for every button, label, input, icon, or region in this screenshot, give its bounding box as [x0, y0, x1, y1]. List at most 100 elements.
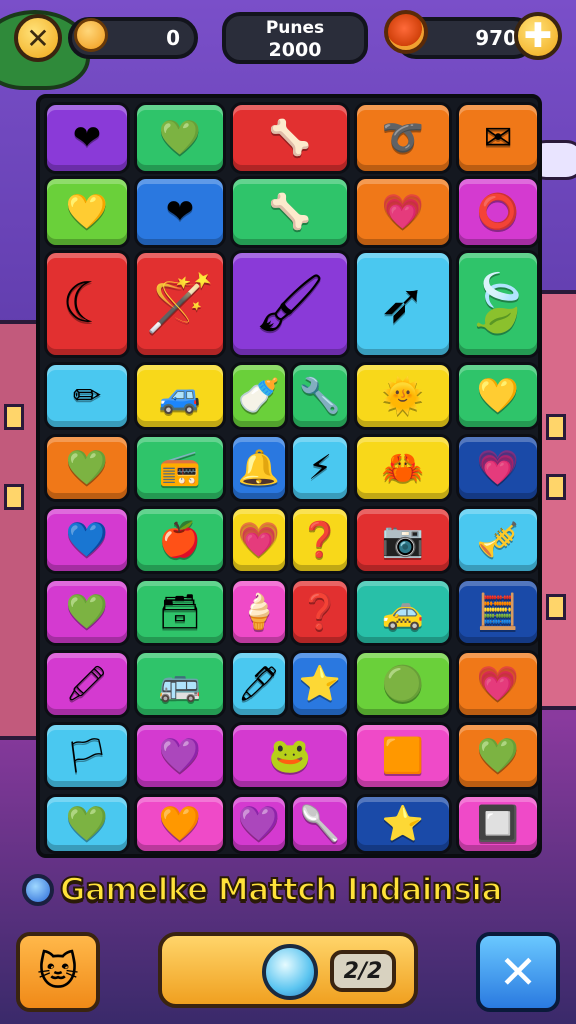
gem-count: 970 [475, 26, 517, 50]
board-tile[interactable]: 🧮 [456, 578, 540, 646]
board-tile[interactable]: 💚 [44, 434, 130, 502]
board-tile[interactable]: ➰ [354, 102, 452, 174]
score-value: 2000 [268, 39, 322, 61]
heart-icon: 💚 [158, 118, 202, 158]
add-gems-button[interactable]: ✚ [514, 12, 562, 60]
star-icon: ⭐ [298, 664, 342, 704]
board-tile[interactable]: ❓ [290, 578, 350, 646]
board-tile[interactable]: 🥄 [290, 794, 350, 854]
trumpet-icon: 🎺 [476, 520, 520, 560]
board-tile[interactable]: 🖌 [230, 250, 350, 358]
coin-count: 0 [166, 26, 180, 50]
board-tile[interactable]: 🔔 [230, 434, 288, 502]
heart-icon: 💚 [476, 736, 520, 776]
board-tile[interactable]: 💚 [44, 578, 130, 646]
board-tile[interactable]: ❓ [290, 506, 350, 574]
board-tile[interactable]: 💚 [134, 102, 226, 174]
heart-icon: 💗 [476, 448, 520, 488]
square-icon: 🟧 [381, 736, 425, 776]
board-tile[interactable]: 💗 [230, 506, 288, 574]
board-tile[interactable]: 💗 [456, 650, 540, 718]
character-button[interactable]: 🐱 [16, 932, 100, 1012]
heart-icon: ❤ [72, 118, 102, 158]
board-tile[interactable]: ⭕ [456, 176, 540, 248]
board-tile[interactable]: 💜 [230, 794, 288, 854]
board-tile[interactable]: 🚌 [134, 650, 226, 718]
bone-icon: 🦴 [268, 192, 312, 232]
pencil-icon: ✏ [72, 376, 102, 416]
top-bar: ✕ 0 Punes 2000 970 ✚ [0, 0, 576, 80]
board-tile[interactable]: 💚 [456, 722, 540, 790]
board-tile[interactable]: ⭐ [290, 650, 350, 718]
board-tile[interactable]: ✏ [44, 362, 130, 430]
car-icon: 🚙 [158, 376, 202, 416]
board-tile[interactable]: 🟢 [354, 650, 452, 718]
heart-icon: 💗 [476, 664, 520, 704]
car-icon: 🚕 [381, 592, 425, 632]
heart-icon: 🧡 [158, 804, 202, 844]
board-tile[interactable]: 🍦 [230, 578, 288, 646]
board-tile[interactable]: 🔧 [290, 362, 350, 430]
board-tile[interactable]: 💗 [354, 176, 452, 248]
board-tile[interactable]: 🎺 [456, 506, 540, 574]
board-tile[interactable]: 🐸 [230, 722, 350, 790]
window [4, 484, 24, 510]
board-tile[interactable]: 🌞 [354, 362, 452, 430]
radio-icon: 📻 [158, 448, 202, 488]
board-tile[interactable]: 💛 [44, 176, 130, 248]
bus-icon: 🚌 [158, 664, 202, 704]
sun-face-icon: 🌞 [381, 376, 425, 416]
board-tile[interactable]: 🦴 [230, 102, 350, 174]
board-tile[interactable]: 💗 [456, 434, 540, 502]
window [546, 594, 566, 620]
board-tile[interactable]: 🏳 [44, 722, 130, 790]
board-tile[interactable]: ❤ [44, 102, 130, 174]
board-tile[interactable]: 🖊 [230, 650, 288, 718]
leaf-icon: 🍃 [463, 271, 533, 336]
ring-icon: ⭕ [476, 192, 520, 232]
brush-icon: 🖍 [65, 664, 109, 704]
board-tile[interactable]: 💙 [44, 506, 130, 574]
board-tile[interactable]: 🟧 [354, 722, 452, 790]
bolt-icon: ⚡ [308, 448, 332, 488]
hook-icon: ➰ [381, 118, 425, 158]
heart-icon: 💚 [65, 448, 109, 488]
camera-icon: 📷 [381, 520, 425, 560]
board-tile[interactable]: ☾ [44, 250, 130, 358]
board-tile[interactable]: ➶ [354, 250, 452, 358]
board-tile[interactable]: 🗃 [134, 578, 226, 646]
board-tile[interactable]: 🦀 [354, 434, 452, 502]
board-tile[interactable]: ❤ [134, 176, 226, 248]
board-tile[interactable]: 💛 [456, 362, 540, 430]
window [546, 414, 566, 440]
board-tile[interactable]: 🚙 [134, 362, 226, 430]
board-tile[interactable]: ✉ [456, 102, 540, 174]
board-tile[interactable]: 💚 [44, 794, 130, 854]
crescent-icon: ☾ [61, 271, 113, 336]
heart-icon: ❤ [165, 192, 195, 232]
close-icon: ✕ [26, 21, 50, 55]
board-tile[interactable]: 📻 [134, 434, 226, 502]
board-tile[interactable]: 📷 [354, 506, 452, 574]
board-tile[interactable]: 🖍 [44, 650, 130, 718]
board-tile[interactable]: 💜 [134, 722, 226, 790]
board-tile[interactable]: 🧡 [134, 794, 226, 854]
crayon-icon: 🖊 [237, 664, 281, 704]
star-icon: ⭐ [381, 804, 425, 844]
board-tile[interactable]: 🍃 [456, 250, 540, 358]
board-tile[interactable]: 🦴 [230, 176, 350, 248]
blue-orb-icon [262, 944, 318, 1000]
bell-icon: 🔔 [237, 448, 281, 488]
board-tile[interactable]: 🍎 [134, 506, 226, 574]
board-tile[interactable]: 🚕 [354, 578, 452, 646]
board-tile[interactable]: 🍼 [230, 362, 288, 430]
exit-button[interactable]: ✕ [476, 932, 560, 1012]
close-button[interactable]: ✕ [14, 14, 62, 62]
crab-icon: 🦀 [381, 448, 425, 488]
board-tile[interactable]: 🔲 [456, 794, 540, 854]
board-tile[interactable]: 🪄 [134, 250, 226, 358]
board-tile[interactable]: ⭐ [354, 794, 452, 854]
paintbrush-icon: 🖌 [254, 271, 326, 336]
cat-face-icon: 🐱 [37, 949, 79, 995]
board-tile[interactable]: ⚡ [290, 434, 350, 502]
